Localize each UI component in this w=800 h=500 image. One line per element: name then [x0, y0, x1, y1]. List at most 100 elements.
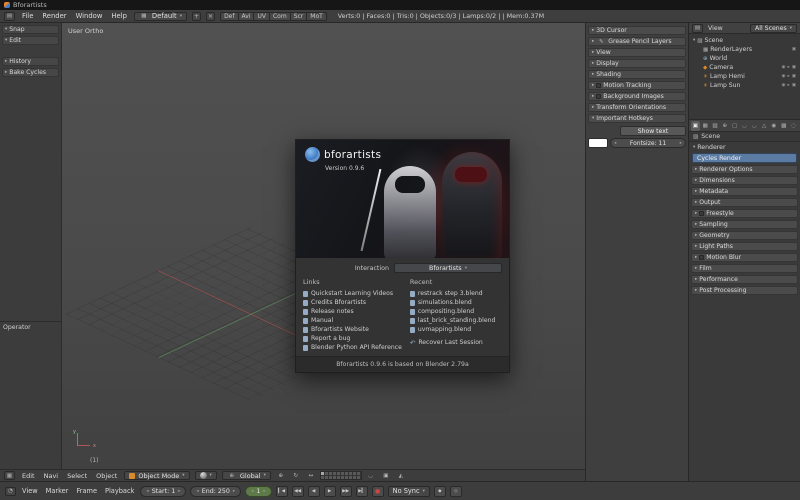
snap-magnet-icon[interactable]: ◡ — [366, 471, 376, 480]
panel-geometry[interactable]: ▸ Geometry — [691, 231, 798, 240]
fontsize-slider[interactable]: ◂ Fontsize: 11 ▸ — [610, 138, 686, 148]
tab-data-icon[interactable]: △ — [760, 121, 769, 131]
link-item[interactable]: Bforartists Website — [303, 325, 402, 334]
tab-render-layers-icon[interactable]: ▦ — [701, 121, 710, 131]
link-item[interactable]: Blender Python API Reference — [303, 343, 402, 352]
link-item[interactable]: Release notes — [303, 307, 402, 316]
panel-important-hotkeys[interactable]: ▾ Important Hotkeys — [588, 114, 686, 123]
layer-grid[interactable] — [319, 471, 362, 480]
layout-tab-scr[interactable]: Scr — [289, 11, 308, 21]
panel-light-paths[interactable]: ▸ Light Paths — [691, 242, 798, 251]
tab-object-icon[interactable]: ▢ — [730, 121, 739, 131]
layout-tab-avi[interactable]: Avi — [237, 11, 255, 21]
timeline-editor-icon[interactable]: ◔ — [5, 486, 16, 496]
slider-left-arrow-icon[interactable]: ◂ — [196, 489, 198, 494]
show-text-button[interactable]: Show text — [620, 126, 686, 136]
link-item[interactable]: Report a bug — [303, 334, 402, 343]
outliner-row-lamp-sun[interactable]: ☀ Lamp Sun ◉ ▸ ▣ — [691, 81, 798, 90]
panel-performance[interactable]: ▸ Performance — [691, 275, 798, 284]
menu-edit[interactable]: Edit — [20, 472, 37, 480]
render-engine-dropdown[interactable]: Cycles Render — [692, 153, 797, 163]
render-anim-icon[interactable]: ◭ — [396, 471, 406, 480]
slider-right-arrow-icon[interactable]: ▸ — [233, 489, 235, 494]
menu-window[interactable]: Window — [74, 12, 105, 20]
frame-start-field[interactable]: ◂ Start: 1 ▸ — [140, 485, 187, 497]
outliner-row-lamp-hemi[interactable]: ☀ Lamp Hemi ◉ ▸ ▣ — [691, 72, 798, 81]
layout-tab-com[interactable]: Com — [268, 11, 291, 21]
menu-navi[interactable]: Navi — [42, 472, 61, 480]
tab-scene-icon[interactable]: ▨ — [711, 121, 720, 131]
panel-shading[interactable]: ▸ Shading — [588, 70, 686, 79]
3d-view-editor-icon[interactable]: ▦ — [4, 471, 15, 480]
jump-to-end-button[interactable]: ▶▎ — [355, 485, 368, 497]
checkbox[interactable] — [699, 211, 705, 216]
jump-to-start-button[interactable]: ▎◀ — [275, 485, 288, 497]
tab-constraints-icon[interactable]: ◡ — [740, 121, 749, 131]
panel-dimensions[interactable]: ▸ Dimensions — [691, 176, 798, 185]
rotate-manipulator-icon[interactable]: ↻ — [291, 471, 301, 480]
delete-keyframe-button[interactable]: ◇ — [449, 485, 462, 497]
outliner-row-renderlayers[interactable]: ▦ RenderLayers ▣ — [691, 45, 798, 54]
recent-file-item[interactable]: last_brick_standing.blend — [409, 316, 502, 325]
current-frame-field[interactable]: ◂ 1 ▸ — [245, 485, 272, 497]
outliner-scope-dropdown[interactable]: All Scenes ▾ — [750, 23, 797, 33]
slider-left-arrow-icon[interactable]: ◂ — [251, 489, 253, 494]
scale-manipulator-icon[interactable]: ↔ — [306, 471, 316, 480]
link-item[interactable]: Manual — [303, 316, 402, 325]
splash-artwork[interactable]: bforartists Version 0.9.6 — [296, 140, 509, 258]
slider-left-arrow-icon[interactable]: ◂ — [146, 489, 148, 494]
record-button[interactable]: ● — [371, 485, 384, 497]
recent-file-item[interactable]: simulations.blend — [409, 298, 502, 307]
panel-renderer-options[interactable]: ▸ Renderer Options — [691, 165, 798, 174]
panel-transform-orientations[interactable]: ▸ Transform Orientations — [588, 103, 686, 112]
play-reverse-button[interactable]: ◀ — [307, 485, 320, 497]
add-layout-button[interactable]: + — [192, 11, 202, 21]
tab-world-icon[interactable]: ⊕ — [720, 121, 729, 131]
outliner-row-scene[interactable]: ▾ ▨ Scene — [691, 36, 798, 45]
prev-keyframe-button[interactable]: ◀◀ — [291, 485, 304, 497]
slider-right-arrow-icon[interactable]: ▸ — [680, 141, 682, 146]
layout-selector[interactable]: ▦ Default ▾ — [133, 11, 187, 21]
tab-physics-icon[interactable]: ◌ — [789, 121, 798, 131]
panel-motion-blur[interactable]: ▸ Motion Blur — [691, 253, 798, 262]
mode-dropdown[interactable]: Object Mode ▾ — [124, 471, 190, 480]
toolshelf-panel-history[interactable]: ▸ History — [2, 57, 59, 66]
link-item[interactable]: Credits Bforartists — [303, 298, 402, 307]
outliner-row-camera[interactable]: ◆ Camera ◉ ▸ ▣ — [691, 63, 798, 72]
shading-dropdown[interactable]: ▾ — [194, 471, 217, 480]
menu-object[interactable]: Object — [94, 472, 119, 480]
tab-render-icon[interactable]: ▣ — [691, 120, 700, 131]
panel-sampling[interactable]: ▸ Sampling — [691, 220, 798, 229]
layout-tab-def[interactable]: Def — [220, 11, 239, 21]
recent-file-item[interactable]: compositing.blend — [409, 307, 502, 316]
tab-texture-icon[interactable]: ▩ — [779, 121, 788, 131]
toolshelf-panel-edit[interactable]: ▾ Edit — [2, 36, 59, 45]
recent-file-item[interactable]: restrack step 3.blend — [409, 289, 502, 298]
checkbox[interactable] — [596, 83, 602, 88]
text-color-swatch[interactable] — [588, 138, 608, 148]
panel-post-processing[interactable]: ▸ Post Processing — [691, 286, 798, 295]
panel-metadata[interactable]: ▸ Metadata — [691, 187, 798, 196]
interaction-preset-dropdown[interactable]: Bforartists ▾ — [394, 263, 502, 273]
slider-right-arrow-icon[interactable]: ▸ — [263, 489, 265, 494]
menu-help[interactable]: Help — [109, 12, 129, 20]
insert-keyframe-button[interactable]: ◆ — [433, 485, 446, 497]
sync-dropdown[interactable]: No Sync ▾ — [387, 485, 430, 497]
info-editor-icon[interactable]: ▤ — [4, 11, 15, 21]
renderer-section-header[interactable]: ▾ Renderer — [689, 143, 800, 152]
orientation-dropdown[interactable]: ⊕ Global ▾ — [221, 471, 271, 480]
tab-material-icon[interactable]: ◉ — [770, 121, 779, 131]
layout-tab-uv[interactable]: UV — [253, 11, 270, 21]
translate-manipulator-icon[interactable]: ⊕ — [276, 471, 286, 480]
recent-file-item[interactable]: uvmapping.blend — [409, 325, 502, 334]
timeline-menu-playback[interactable]: Playback — [103, 487, 136, 495]
checkbox[interactable] — [699, 255, 705, 260]
3d-viewport[interactable]: User Ortho x y (1) bforartists Version 0… — [62, 23, 585, 469]
frame-end-field[interactable]: ◂ End: 250 ▸ — [190, 485, 242, 497]
toolshelf-panel-bake-cycles[interactable]: ▸ Bake Cycles — [2, 68, 59, 77]
checkbox[interactable] — [596, 94, 602, 99]
slider-right-arrow-icon[interactable]: ▸ — [178, 489, 180, 494]
panel-view[interactable]: ▸ View — [588, 48, 686, 57]
slider-left-arrow-icon[interactable]: ◂ — [614, 141, 616, 146]
timeline-menu-frame[interactable]: Frame — [74, 487, 99, 495]
